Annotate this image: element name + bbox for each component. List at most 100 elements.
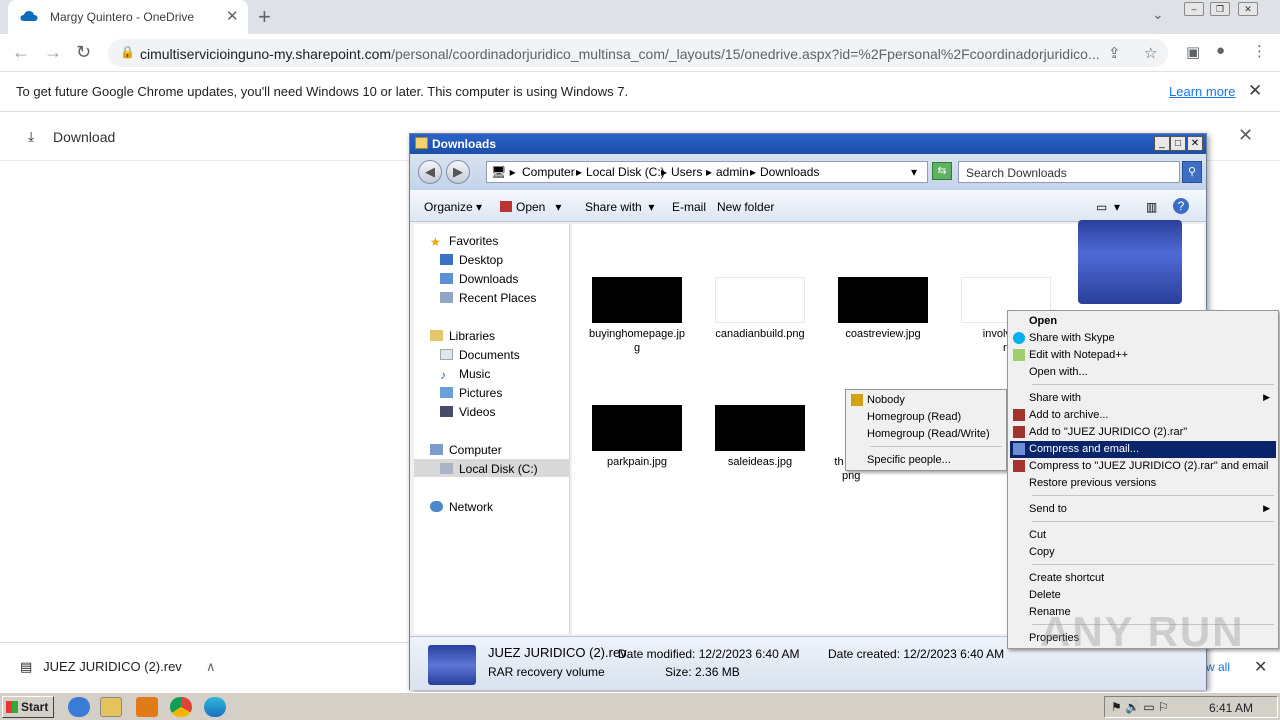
nav-network[interactable]: Network: [430, 500, 493, 514]
share-with-button[interactable]: Share with ▾: [585, 200, 654, 214]
nav-music[interactable]: ♪ Music: [440, 367, 490, 382]
refresh-icon[interactable]: ⇆: [932, 162, 952, 180]
breadcrumb-users[interactable]: Users: [671, 165, 702, 179]
close-window-icon[interactable]: ✕: [1238, 2, 1258, 16]
menu-item-share-skype[interactable]: Share with Skype: [1010, 330, 1276, 347]
nav-desktop[interactable]: Desktop: [440, 253, 503, 267]
file-thumbnail[interactable]: [838, 277, 928, 323]
tray-icons[interactable]: ⚑ 🔊 ▭ ⚐: [1111, 700, 1169, 714]
new-folder-button[interactable]: New folder: [717, 200, 774, 214]
menu-item-copy[interactable]: Copy: [1010, 544, 1276, 561]
help-icon[interactable]: ?: [1173, 198, 1189, 214]
internet-explorer-icon[interactable]: [68, 697, 90, 717]
winrar-icon: [1013, 409, 1025, 421]
reload-icon[interactable]: ↻: [76, 42, 91, 63]
browser-tab[interactable]: Margy Quintero - OneDrive ✕: [8, 0, 248, 34]
file-name[interactable]: canadianbuild.png: [705, 327, 815, 341]
preview-pane-icon[interactable]: ▥: [1146, 200, 1157, 214]
learn-more-link[interactable]: Learn more: [1169, 84, 1235, 99]
back-icon[interactable]: ←: [12, 42, 30, 63]
start-button[interactable]: Start: [2, 696, 54, 718]
menu-item-compress-email[interactable]: Compress and email...: [1010, 441, 1276, 458]
menu-item-add-rar[interactable]: Add to "JUEZ JURIDICO (2).rar": [1010, 424, 1276, 441]
menu-item-create-shortcut[interactable]: Create shortcut: [1010, 570, 1276, 587]
nav-favorites[interactable]: ★ Favorites: [430, 234, 498, 249]
media-player-icon[interactable]: [136, 697, 158, 717]
clock[interactable]: 6:41 AM: [1209, 701, 1253, 715]
menu-item-delete[interactable]: Delete: [1010, 587, 1276, 604]
open-button[interactable]: Open ▾: [500, 200, 561, 214]
profile-avatar-icon[interactable]: ●: [1216, 42, 1225, 59]
forward-icon[interactable]: →: [44, 42, 62, 63]
breadcrumb-admin[interactable]: admin: [716, 165, 749, 179]
nav-videos[interactable]: Videos: [440, 405, 495, 419]
close-tab-icon[interactable]: ✕: [226, 7, 239, 25]
menu-item-specific-people[interactable]: Specific people...: [848, 452, 1004, 469]
minimize-icon[interactable]: _: [1154, 136, 1170, 151]
explorer-taskbar-icon[interactable]: [100, 697, 122, 717]
breadcrumb-computer[interactable]: Computer: [522, 165, 575, 179]
download-item-chevron-icon[interactable]: ∧: [206, 659, 216, 675]
menu-item-open-with[interactable]: Open with...: [1010, 364, 1276, 381]
menu-item-send-to[interactable]: Send to ▶: [1010, 501, 1276, 518]
side-panel-icon[interactable]: ▣: [1186, 43, 1200, 61]
nav-documents[interactable]: Documents: [440, 348, 520, 362]
address-bar[interactable]: 🔒 cimultiservicioinguno-my.sharepoint.co…: [108, 39, 1168, 67]
menu-item-nobody[interactable]: Nobody: [848, 392, 1004, 409]
search-icon[interactable]: ⚲: [1182, 161, 1202, 183]
forward-icon[interactable]: ▶: [446, 160, 470, 184]
file-thumbnail[interactable]: [592, 277, 682, 323]
nav-downloads[interactable]: Downloads: [440, 272, 518, 286]
file-thumbnail[interactable]: [715, 405, 805, 451]
breadcrumb[interactable]: 🖥 ▸ Computer ▸ Local Disk (C:) ▸ Users ▸…: [486, 161, 928, 183]
file-name[interactable]: coastreview.jpg: [828, 327, 938, 341]
menu-item-open[interactable]: Open: [1010, 313, 1276, 330]
nav-local-disk[interactable]: Local Disk (C:): [440, 462, 538, 476]
share-icon[interactable]: ⇪: [1108, 44, 1121, 62]
explorer-title-bar[interactable]: Downloads _ □ ✕: [410, 134, 1206, 154]
menu-item-edit-notepad[interactable]: Edit with Notepad++: [1010, 347, 1276, 364]
breadcrumb-local-disk[interactable]: Local Disk (C:): [586, 165, 665, 179]
download-button[interactable]: Download: [53, 129, 115, 145]
nav-recent-places[interactable]: Recent Places: [440, 291, 536, 305]
menu-item-homegroup-read[interactable]: Homegroup (Read): [848, 409, 1004, 426]
organize-button[interactable]: Organize ▾: [424, 200, 482, 214]
nav-pictures[interactable]: Pictures: [440, 386, 502, 400]
nav-libraries[interactable]: Libraries: [430, 329, 495, 343]
menu-item-add-archive[interactable]: Add to archive...: [1010, 407, 1276, 424]
new-tab-icon[interactable]: +: [258, 4, 271, 30]
download-icon[interactable]: ⤓: [28, 128, 34, 145]
viewer-close-icon[interactable]: ✕: [1238, 125, 1253, 146]
restore-icon[interactable]: ❐: [1210, 2, 1230, 16]
breadcrumb-downloads[interactable]: Downloads: [760, 165, 819, 179]
download-item[interactable]: ▤ JUEZ JURIDICO (2).rev: [20, 659, 182, 675]
menu-item-compress-rar-email[interactable]: Compress to "JUEZ JURIDICO (2).rar" and …: [1010, 458, 1276, 475]
nav-computer[interactable]: Computer: [430, 443, 502, 457]
menu-item-homegroup-readwrite[interactable]: Homegroup (Read/Write): [848, 426, 1004, 443]
file-thumbnail[interactable]: [715, 277, 805, 323]
file-name[interactable]: buyinghomepage.jp g: [582, 327, 692, 355]
search-input[interactable]: Search Downloads: [958, 161, 1180, 183]
file-name[interactable]: parkpain.jpg: [582, 455, 692, 469]
infobar-close-icon[interactable]: ✕: [1248, 81, 1262, 101]
tab-search-chevron-icon[interactable]: ⌄: [1152, 6, 1164, 23]
dropdown-arrow-icon[interactable]: ▾: [911, 165, 917, 179]
tab-strip: Margy Quintero - OneDrive ✕ + ⌄ – ❐ ✕: [0, 0, 1280, 34]
shelf-close-icon[interactable]: ✕: [1254, 657, 1267, 677]
minimize-icon[interactable]: –: [1184, 2, 1204, 16]
chrome-icon[interactable]: [170, 697, 192, 717]
winrar-archive-thumbnail[interactable]: [1078, 220, 1182, 304]
file-thumbnail[interactable]: [592, 405, 682, 451]
bookmark-star-icon[interactable]: ☆: [1144, 44, 1157, 62]
back-icon[interactable]: ◀: [418, 160, 442, 184]
menu-item-share-with[interactable]: Share with ▶: [1010, 390, 1276, 407]
change-view-icon[interactable]: ▭ ▾: [1096, 200, 1120, 214]
menu-item-restore[interactable]: Restore previous versions: [1010, 475, 1276, 492]
menu-kebab-icon[interactable]: ⋮: [1252, 42, 1267, 60]
edge-icon[interactable]: [204, 697, 226, 717]
close-icon[interactable]: ✕: [1187, 136, 1203, 151]
menu-item-cut[interactable]: Cut: [1010, 527, 1276, 544]
email-button[interactable]: E-mail: [672, 200, 706, 214]
show-all-link[interactable]: w all: [1206, 660, 1230, 674]
maximize-icon[interactable]: □: [1170, 136, 1186, 151]
